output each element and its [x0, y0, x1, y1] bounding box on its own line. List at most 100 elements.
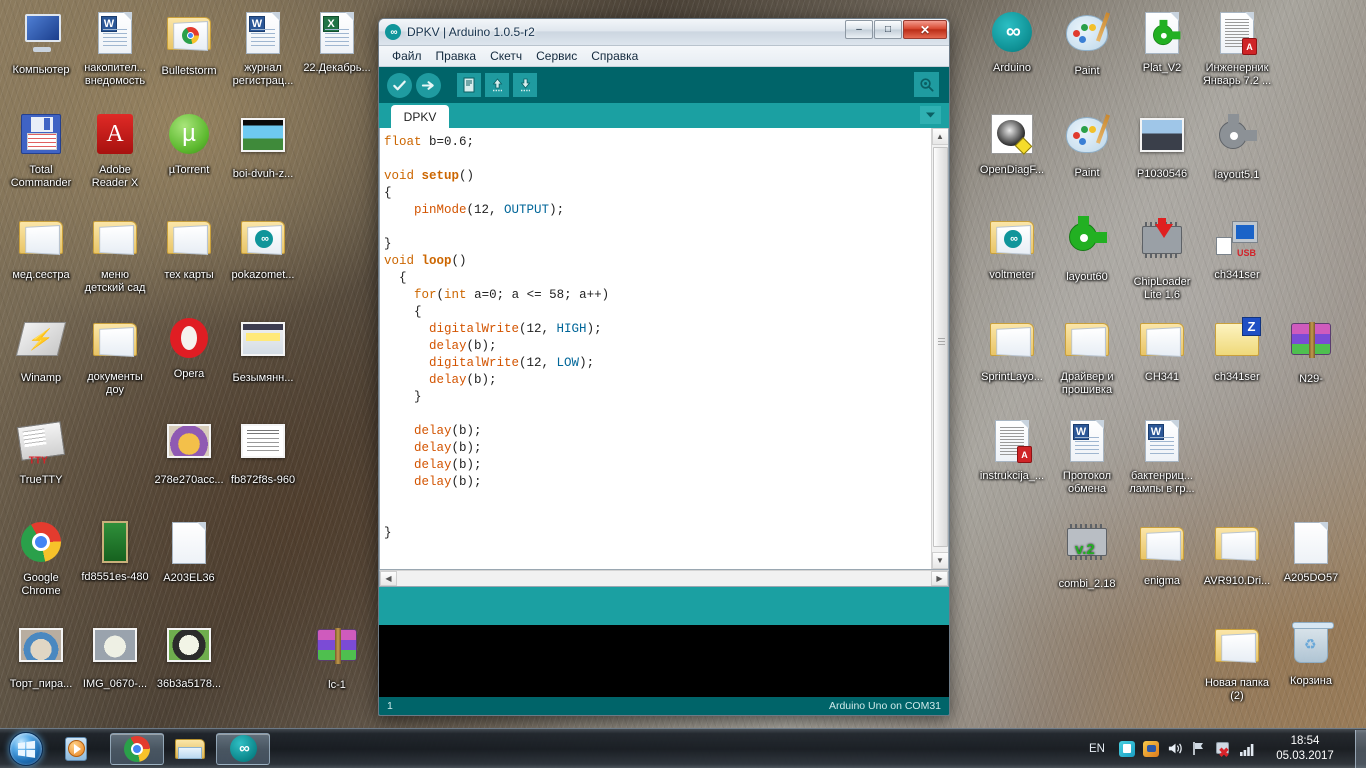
verify-button[interactable] — [387, 72, 412, 98]
desktop-icon[interactable]: enigma — [1125, 518, 1199, 588]
serial-monitor-button[interactable] — [914, 72, 939, 97]
desktop-icon[interactable]: µ µTorrent — [152, 110, 226, 177]
desktop-icon[interactable]: Wжурнал регистрац... — [226, 8, 300, 87]
desktop-icon[interactable]: Total Commander — [4, 110, 78, 189]
upload-button[interactable] — [416, 72, 441, 98]
scroll-right-arrow-icon[interactable]: ▶ — [931, 571, 948, 586]
desktop-icon[interactable]: SprintLayo... — [975, 314, 1049, 384]
desktop-icon[interactable]: 36b3a5178... — [152, 620, 226, 691]
taskbar[interactable]: ∞ EN ✖ 18:54 05.03.2017 — [0, 728, 1366, 768]
tray-language-indicator[interactable]: EN — [1079, 743, 1115, 755]
desktop-icon[interactable]: v.2 combi_2.18 — [1050, 518, 1124, 591]
arduino-taskbar-button[interactable]: ∞ — [216, 732, 270, 765]
desktop-icon[interactable]: Google Chrome — [4, 518, 78, 597]
menu-edit[interactable]: Правка — [429, 47, 484, 65]
desktop-icon[interactable]: boi-dvuh-z... — [226, 110, 300, 181]
desktop-icon[interactable]: ChipLoader Lite 1.6 — [1125, 212, 1199, 301]
desktop-icon[interactable]: Ainstrukcija_... — [975, 416, 1049, 483]
media-player-button[interactable] — [56, 733, 100, 765]
desktop-icon[interactable]: ⚡ Winamp — [4, 314, 78, 385]
maximize-button[interactable]: □ — [874, 20, 902, 39]
desktop-icon[interactable]: A205DO57 — [1274, 518, 1348, 585]
system-tray[interactable]: EN ✖ 18:54 05.03.2017 — [1079, 729, 1366, 768]
quick-launch[interactable] — [54, 733, 102, 765]
desktop-icon[interactable]: Plat_V2 — [1125, 8, 1199, 75]
desktop-icon[interactable]: Bulletstorm — [152, 8, 226, 78]
desktop-icon[interactable]: fb872f8s-960 — [226, 416, 300, 487]
desktop-icon[interactable]: Paint — [1050, 110, 1124, 180]
desktop-icon[interactable]: P1030546 — [1125, 110, 1199, 181]
desktop-icon[interactable]: Zch341ser — [1200, 314, 1274, 384]
desktop-icon[interactable]: ∞ voltmeter — [975, 212, 1049, 282]
desktop-icon[interactable]: IMG_0670-... — [78, 620, 152, 691]
task-buttons[interactable]: ∞ — [108, 732, 272, 765]
desktop-icon[interactable]: Wбактенриц... лампы в гр... — [1125, 416, 1199, 495]
arduino-ide-window[interactable]: ∞ DPKV | Arduino 1.0.5-r2 – □ ✕ Файл Пра… — [378, 18, 950, 716]
code-text[interactable]: float b=0.6; void setup() { pinMode(12, O… — [380, 128, 931, 569]
new-sketch-button[interactable] — [457, 73, 481, 97]
close-button[interactable]: ✕ — [903, 20, 947, 39]
desktop-icon[interactable]: ∞ pokazomet... — [226, 212, 300, 282]
scroll-left-arrow-icon[interactable]: ◀ — [380, 571, 397, 586]
desktop-icon[interactable]: layout60 — [1050, 212, 1124, 284]
desktop-icon[interactable]: документы доу — [78, 314, 152, 396]
menu-tools[interactable]: Сервис — [529, 47, 584, 65]
chrome-taskbar-button[interactable] — [110, 732, 164, 765]
start-button[interactable] — [2, 730, 50, 768]
desktop-icon[interactable]: W Протокол обмена — [1050, 416, 1124, 495]
desktop-icon[interactable]: 278e270acc... — [152, 416, 226, 487]
network-flag-icon[interactable] — [1188, 738, 1210, 760]
desktop-icon[interactable]: тех карты — [152, 212, 226, 282]
desktop-icon[interactable]: CH341 — [1125, 314, 1199, 384]
desktop-icon[interactable]: Новая папка (2) — [1200, 620, 1274, 702]
sketch-tab-strip[interactable]: DPKV — [379, 103, 949, 128]
desktop-icon[interactable]: Драйвер и прошивка — [1050, 314, 1124, 396]
desktop-icon[interactable]: Opera — [152, 314, 226, 381]
tab-dpkv[interactable]: DPKV — [391, 105, 449, 128]
desktop-icon[interactable]: мед.сестра — [4, 212, 78, 282]
desktop-icon[interactable]: TTY TrueTTY — [4, 416, 78, 487]
signal-bars-icon[interactable] — [1236, 738, 1258, 760]
desktop-icon[interactable]: A Инженерник Январь 7.2 ... — [1200, 8, 1274, 87]
editor-horizontal-scrollbar[interactable]: ◀ ▶ — [379, 570, 949, 587]
menu-help[interactable]: Справка — [584, 47, 645, 65]
desktop-icon[interactable]: X 22.Декабрь... — [300, 8, 374, 75]
vertical-scroll-thumb[interactable] — [933, 147, 948, 547]
taskbar-clock[interactable]: 18:54 05.03.2017 — [1259, 734, 1351, 764]
desktop-icon[interactable]: Безымянн... — [226, 314, 300, 385]
open-sketch-button[interactable] — [485, 73, 509, 97]
desktop-icon[interactable]: меню детский сад — [78, 212, 152, 294]
desktop-icon[interactable]: fd8551es-480 — [78, 518, 152, 584]
custom-app-icon[interactable] — [1116, 738, 1138, 760]
minimize-button[interactable]: – — [845, 20, 873, 39]
scroll-up-arrow-icon[interactable]: ▲ — [931, 128, 948, 145]
desktop-icon[interactable]: A203EL36 — [152, 518, 226, 585]
desktop-icon[interactable]: N29- — [1274, 314, 1348, 386]
desktop-icon[interactable]: Торт_пира... — [4, 620, 78, 691]
desktop-icon[interactable]: A Adobe Reader X — [78, 110, 152, 189]
show-desktop-button[interactable] — [1355, 729, 1366, 768]
scroll-down-arrow-icon[interactable]: ▼ — [931, 552, 948, 569]
window-title-bar[interactable]: ∞ DPKV | Arduino 1.0.5-r2 – □ ✕ — [379, 19, 949, 46]
desktop-icon[interactable]: Paint — [1050, 8, 1124, 78]
volume-icon[interactable] — [1164, 738, 1186, 760]
menu-bar[interactable]: Файл Правка Скетч Сервис Справка — [379, 46, 949, 67]
save-sketch-button[interactable] — [513, 73, 537, 97]
desktop-icon[interactable]: ∞ Arduino — [975, 8, 1049, 75]
messenger-icon[interactable] — [1140, 738, 1162, 760]
desktop[interactable]: Компьютер Wнакопител... внедомость Bulletst… — [0, 0, 1366, 768]
desktop-icon[interactable]: Wнакопител... внедомость — [78, 8, 152, 87]
desktop-icon[interactable]: OpenDiagF... — [975, 110, 1049, 177]
antivirus-error-icon[interactable]: ✖ — [1212, 738, 1234, 760]
editor-vertical-scrollbar[interactable]: ▲ ▼ — [931, 128, 948, 569]
ide-console[interactable] — [379, 625, 949, 697]
menu-file[interactable]: Файл — [385, 47, 429, 65]
window-controls[interactable]: – □ ✕ — [845, 20, 947, 39]
desktop-icon[interactable]: ♻ Корзина — [1274, 620, 1348, 688]
explorer-taskbar-button[interactable] — [168, 733, 212, 765]
ide-toolbar[interactable] — [379, 67, 949, 103]
menu-sketch[interactable]: Скетч — [483, 47, 529, 65]
desktop-icon[interactable]: layout5.1 — [1200, 110, 1274, 182]
code-editor[interactable]: float b=0.6; void setup() { pinMode(12, O… — [379, 128, 949, 570]
desktop-icon[interactable]: lc-1 — [300, 620, 374, 692]
